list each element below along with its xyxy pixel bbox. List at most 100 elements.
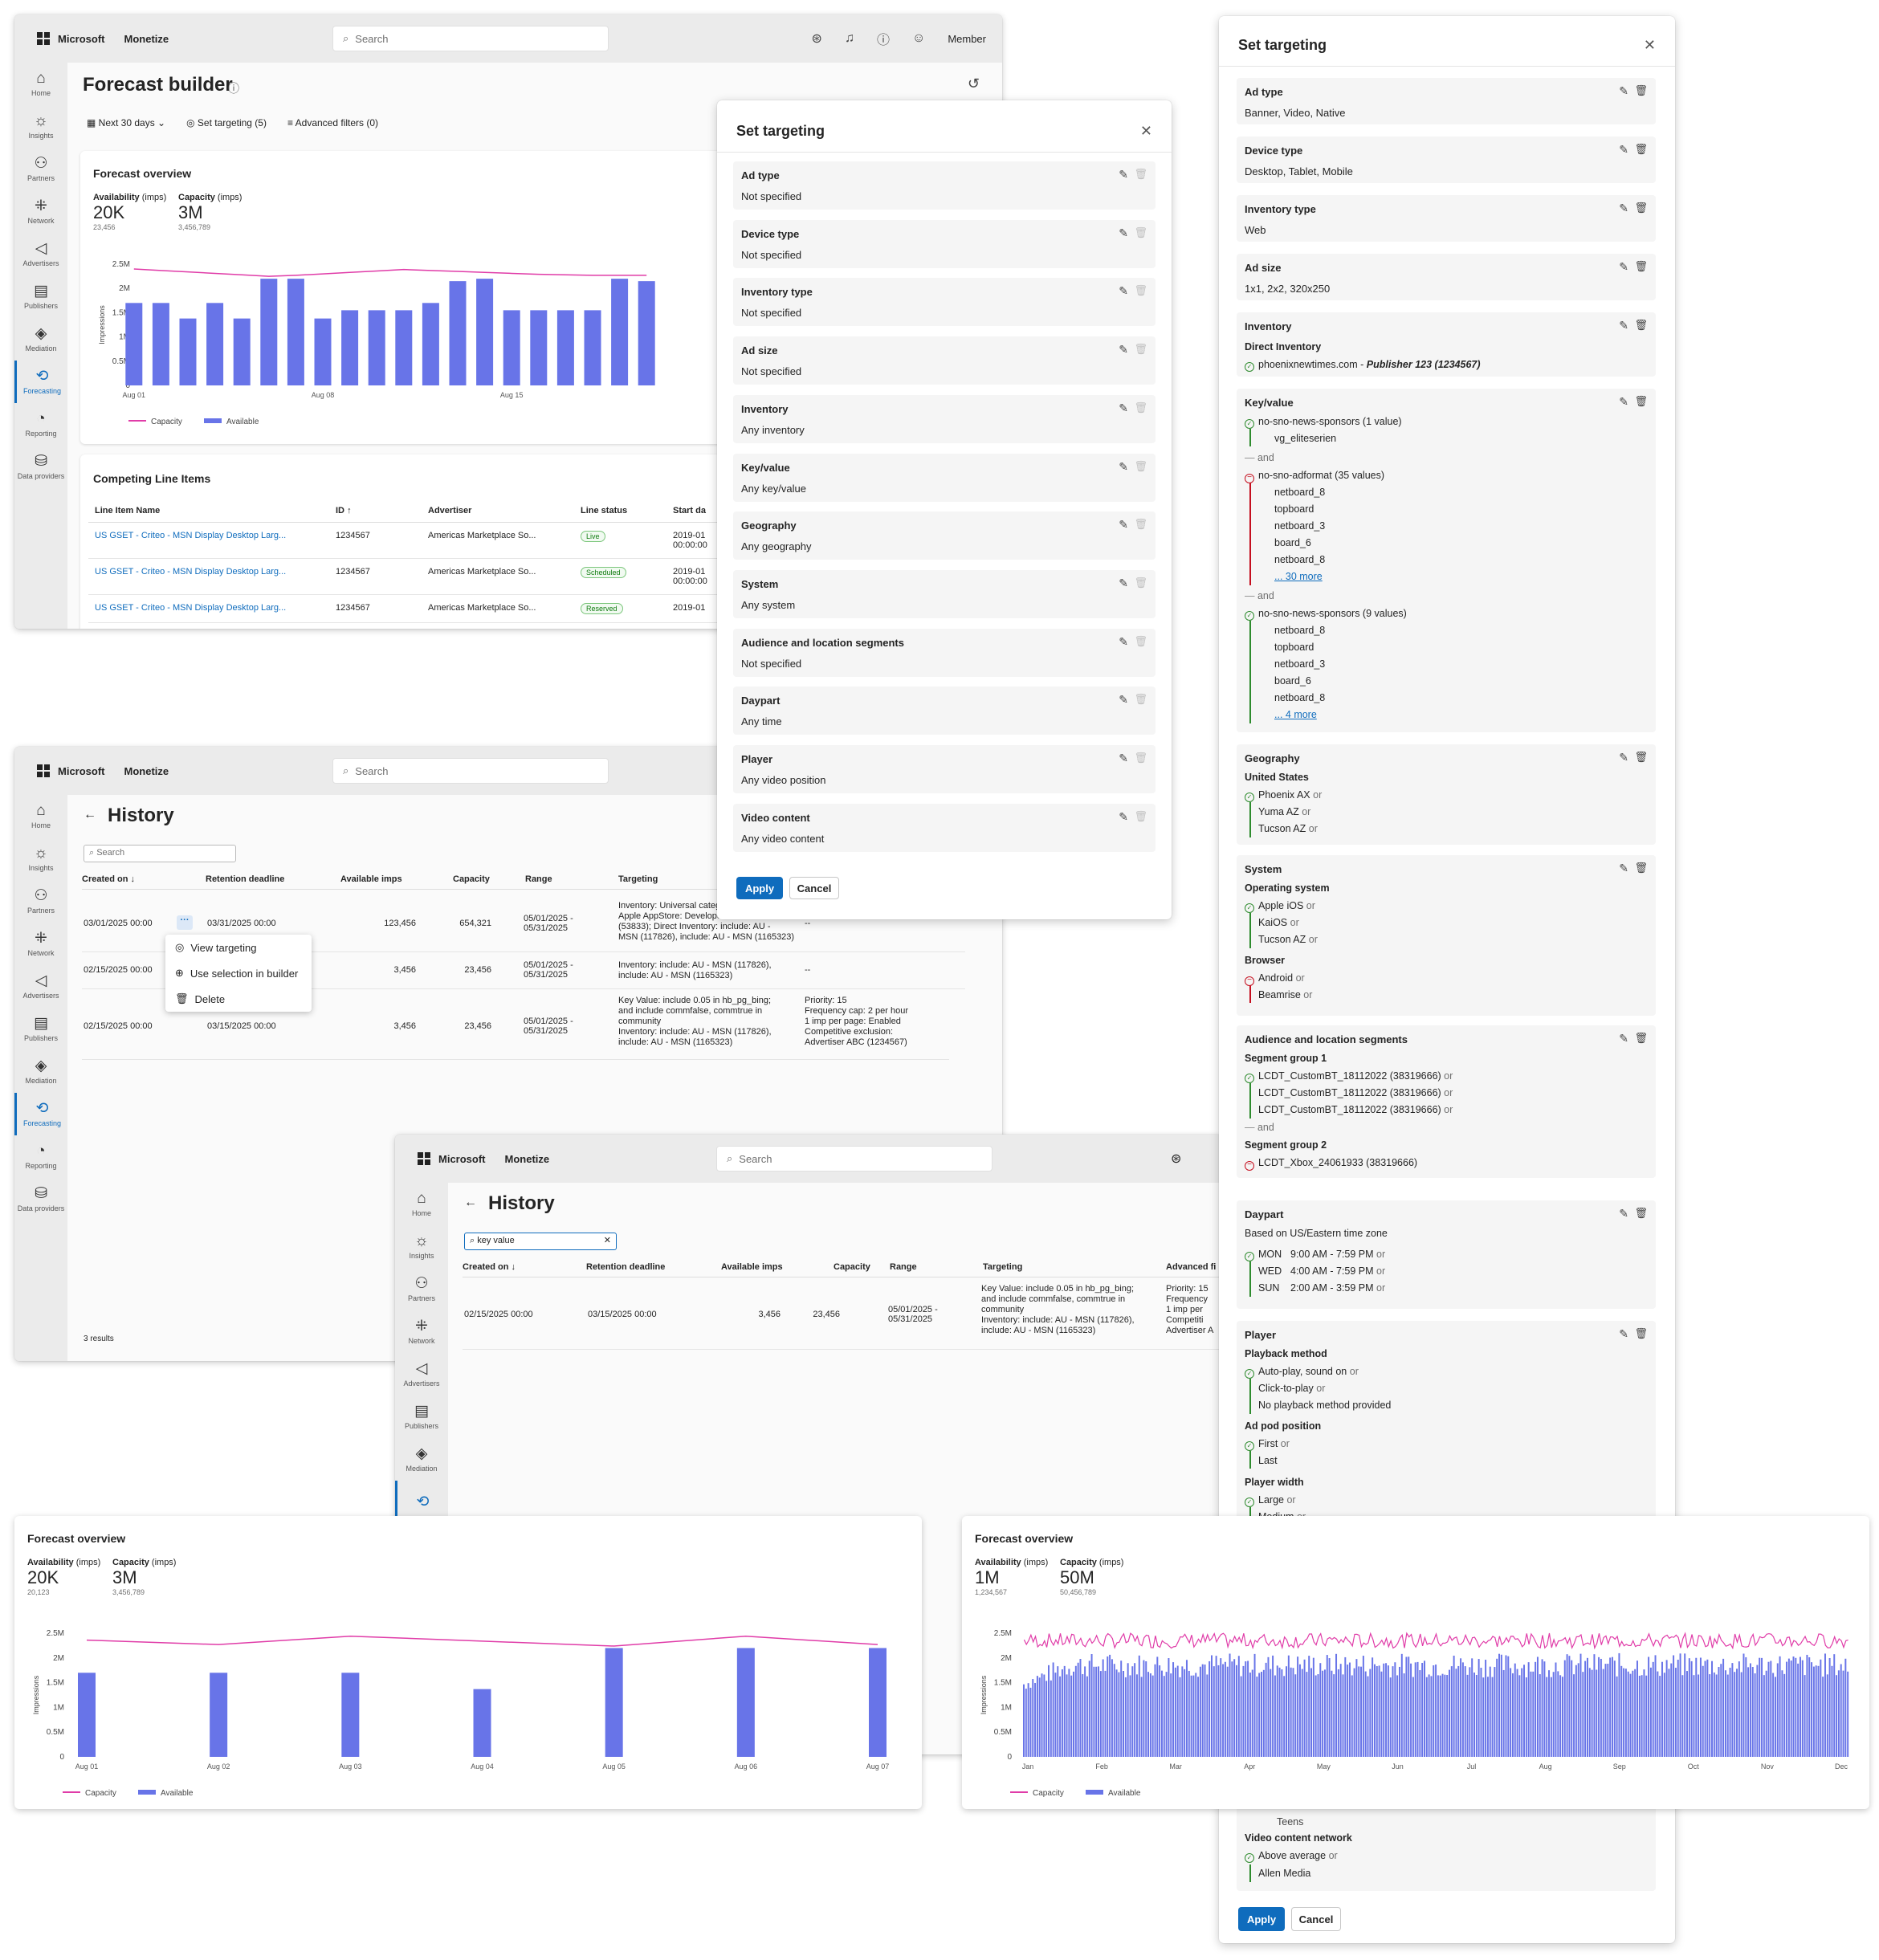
trash-icon[interactable]: 🗑 — [1634, 1032, 1648, 1045]
nav-home[interactable]: ⌂ Home — [395, 1183, 448, 1225]
col-advertiser[interactable]: Advertiser — [422, 499, 574, 523]
info-icon[interactable]: ⓘ — [228, 80, 239, 96]
nav-network[interactable]: ⁜ Network — [14, 190, 67, 233]
edit-icon[interactable]: ✎ — [1119, 226, 1128, 240]
nav-forecasting[interactable]: ⟲ Forecasting — [14, 361, 67, 403]
edit-icon[interactable]: ✎ — [1619, 260, 1628, 274]
nav-mediation[interactable]: ◈ Mediation — [14, 1050, 67, 1093]
global-search[interactable]: ⌕ Search — [332, 26, 609, 51]
table-row[interactable]: US GSET - Criteo - MSN Display Desktop L… — [88, 594, 795, 623]
edit-icon[interactable]: ✎ — [1119, 343, 1128, 357]
copilot-icon[interactable]: ⊛ — [812, 31, 822, 47]
edit-icon[interactable]: ✎ — [1119, 577, 1128, 590]
nav-home[interactable]: ⌂ Home — [14, 63, 67, 105]
edit-icon[interactable]: ✎ — [1119, 460, 1128, 474]
clear-icon[interactable]: ✕ — [604, 1235, 611, 1245]
show-more-link[interactable]: ... 4 more — [1274, 709, 1317, 720]
copilot-icon[interactable]: ⊛ — [1171, 1151, 1181, 1167]
nav-mediation[interactable]: ◈ Mediation — [395, 1438, 448, 1481]
col-created-on[interactable]: Created on ↓ — [82, 874, 206, 884]
nav-publishers[interactable]: ▤ Publishers — [14, 275, 67, 318]
history-search-input[interactable]: ⌕ key value ✕ — [464, 1233, 617, 1250]
back-arrow-icon[interactable]: ← — [84, 808, 96, 822]
person-icon[interactable]: ☺ — [912, 31, 925, 46]
edit-icon[interactable]: ✎ — [1619, 143, 1628, 157]
menu-delete[interactable]: 🗑 Delete — [165, 986, 312, 1012]
nav-insights[interactable]: ☼ Insights — [14, 105, 67, 148]
nav-forecasting[interactable]: ⟲ Forecasting — [14, 1093, 67, 1135]
nav-reporting[interactable]: ◔ Reporting — [14, 403, 67, 446]
edit-icon[interactable]: ✎ — [1119, 810, 1128, 824]
edit-icon[interactable]: ✎ — [1619, 1032, 1628, 1045]
edit-icon[interactable]: ✎ — [1119, 752, 1128, 765]
nav-partners[interactable]: ⚇ Partners — [14, 880, 67, 923]
menu-view-targeting[interactable]: ◎ View targeting — [165, 935, 312, 960]
edit-icon[interactable]: ✎ — [1619, 395, 1628, 409]
nav-network[interactable]: ⁜ Network — [14, 923, 67, 965]
nav-advertisers[interactable]: ◁ Advertisers — [14, 965, 67, 1008]
edit-icon[interactable]: ✎ — [1119, 635, 1128, 649]
history-search[interactable]: ⌕ Search — [84, 845, 236, 862]
table-row[interactable]: US GSET - Criteo - MSN Display Desktop L… — [88, 558, 795, 595]
nav-advertisers[interactable]: ◁ Advertisers — [395, 1353, 448, 1396]
nav-insights[interactable]: ☼ Insights — [14, 837, 67, 880]
history-icon[interactable]: ↺ — [968, 75, 980, 92]
col-id[interactable]: ID ↑ — [329, 499, 422, 523]
cancel-button[interactable]: Cancel — [1291, 1907, 1341, 1931]
edit-icon[interactable]: ✎ — [1119, 401, 1128, 415]
col-line-status[interactable]: Line status — [574, 499, 666, 523]
nav-mediation[interactable]: ◈ Mediation — [14, 318, 67, 361]
cancel-button[interactable]: Cancel — [789, 877, 839, 899]
edit-icon[interactable]: ✎ — [1119, 168, 1128, 181]
nav-partners[interactable]: ⚇ Partners — [395, 1268, 448, 1310]
advanced-filters[interactable]: ≡ Advanced filters (0) — [287, 117, 378, 128]
nav-advertisers[interactable]: ◁ Advertisers — [14, 233, 67, 275]
menu-use-selection[interactable]: ⊕ Use selection in builder — [165, 960, 312, 986]
edit-icon[interactable]: ✎ — [1619, 1327, 1628, 1341]
nav-data-providers[interactable]: ⛁ Data providers — [14, 446, 67, 488]
edit-icon[interactable]: ✎ — [1119, 693, 1128, 707]
nav-reporting[interactable]: ◔ Reporting — [14, 1135, 67, 1178]
nav-publishers[interactable]: ▤ Publishers — [395, 1396, 448, 1438]
nav-partners[interactable]: ⚇ Partners — [14, 148, 67, 190]
show-more-link[interactable]: ... 30 more — [1274, 571, 1323, 582]
trash-icon[interactable]: 🗑 — [1634, 1207, 1648, 1220]
trash-icon[interactable]: 🗑 — [1634, 84, 1648, 97]
nav-publishers[interactable]: ▤ Publishers — [14, 1008, 67, 1050]
member-label[interactable]: Member — [948, 33, 986, 45]
set-targeting-filter[interactable]: ◎ Set targeting (5) — [186, 117, 267, 128]
nav-network[interactable]: ⁜ Network — [395, 1310, 448, 1353]
line-item-link[interactable]: US GSET - Criteo - MSN Display Desktop L… — [88, 522, 329, 559]
close-icon[interactable]: ✕ — [1140, 123, 1152, 140]
edit-icon[interactable]: ✎ — [1619, 1207, 1628, 1220]
edit-icon[interactable]: ✎ — [1619, 751, 1628, 764]
edit-icon[interactable]: ✎ — [1619, 84, 1628, 98]
trash-icon[interactable]: 🗑 — [1634, 1327, 1648, 1340]
line-item-link[interactable]: US GSET - Criteo - MSN Display Desktop L… — [88, 594, 329, 623]
edit-icon[interactable]: ✎ — [1119, 518, 1128, 532]
nav-home[interactable]: ⌂ Home — [14, 795, 67, 837]
close-icon[interactable]: ✕ — [1644, 37, 1656, 54]
line-item-link[interactable]: US GSET - Criteo - MSN Display Desktop L… — [88, 558, 329, 595]
edit-icon[interactable]: ✎ — [1619, 202, 1628, 215]
more-actions-button[interactable]: ··· — [177, 915, 193, 930]
table-row[interactable]: US GSET - Criteo - MSN Display Desktop L… — [88, 522, 795, 559]
edit-icon[interactable]: ✎ — [1619, 319, 1628, 332]
trash-icon[interactable]: 🗑 — [1634, 202, 1648, 214]
trash-icon[interactable]: 🗑 — [1634, 143, 1648, 156]
trash-icon[interactable]: 🗑 — [1634, 751, 1648, 764]
help-icon[interactable]: ⓘ — [877, 29, 890, 48]
nav-insights[interactable]: ☼ Insights — [395, 1225, 448, 1268]
date-range-filter[interactable]: ▦ Next 30 days ⌄ — [87, 117, 165, 128]
back-arrow-icon[interactable]: ← — [464, 1196, 477, 1210]
apply-button[interactable]: Apply — [736, 877, 783, 899]
trash-icon[interactable]: 🗑 — [1634, 319, 1648, 332]
global-search[interactable]: ⌕ Search — [716, 1146, 992, 1172]
table-row[interactable]: 02/15/2025 00:00 03/15/2025 00:00 3,456 … — [463, 1277, 1222, 1350]
apply-button[interactable]: Apply — [1238, 1907, 1285, 1931]
trash-icon[interactable]: 🗑 — [1634, 260, 1648, 273]
app-name[interactable]: Monetize — [124, 33, 169, 45]
edit-icon[interactable]: ✎ — [1619, 862, 1628, 875]
nav-data-providers[interactable]: ⛁ Data providers — [14, 1178, 67, 1220]
trash-icon[interactable]: 🗑 — [1634, 862, 1648, 874]
